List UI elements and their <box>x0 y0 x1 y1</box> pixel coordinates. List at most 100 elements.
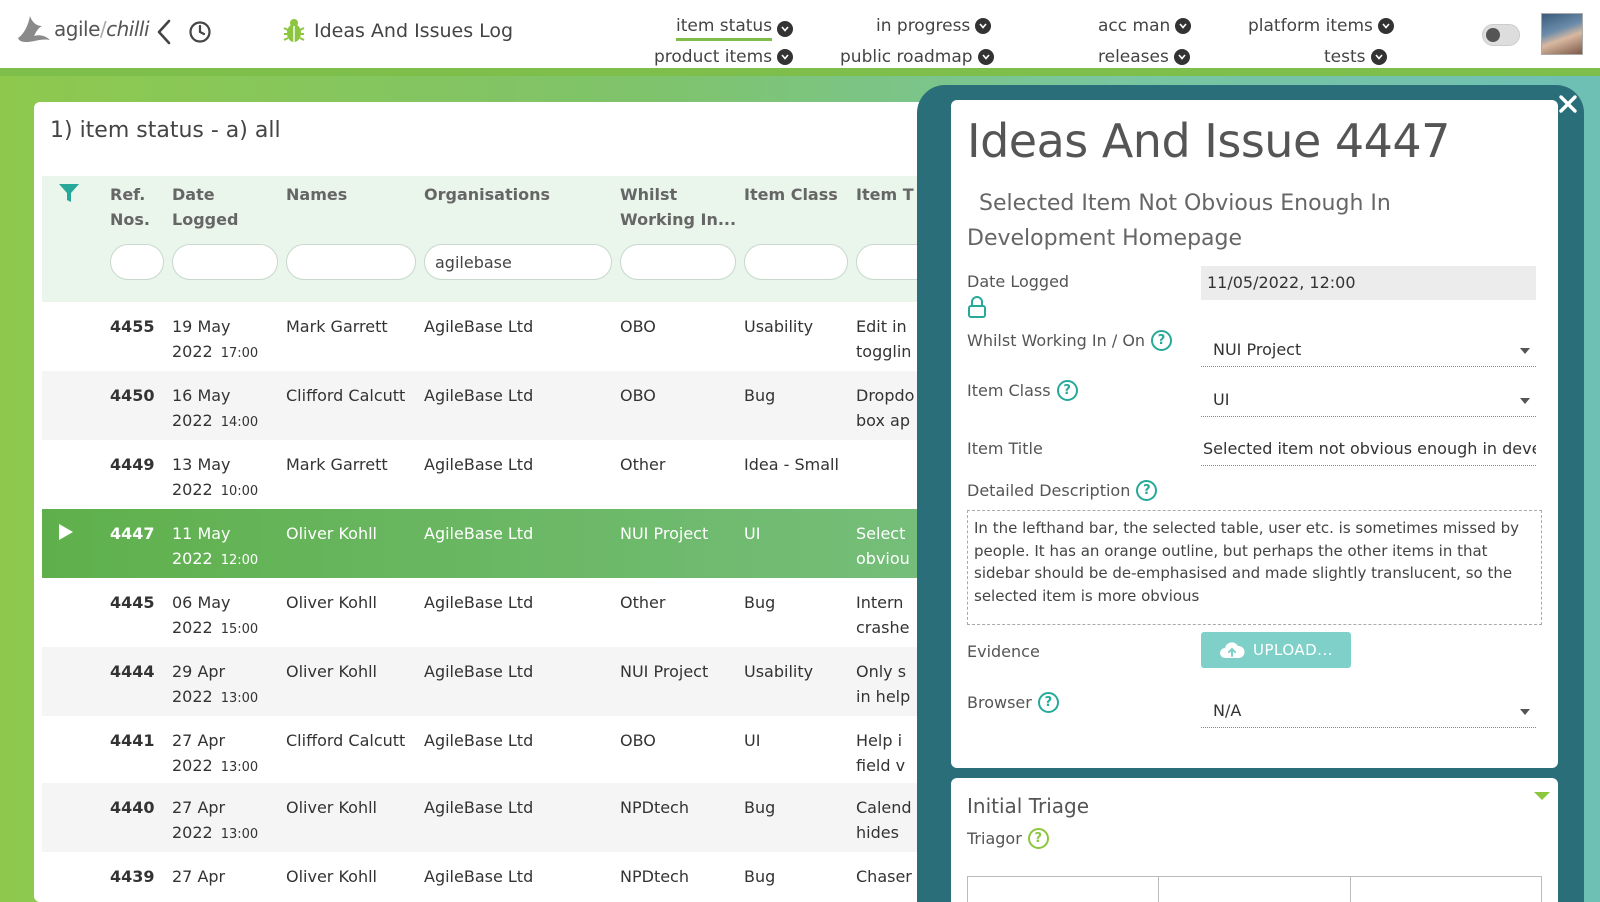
app-title[interactable]: Ideas And Issues Log <box>282 18 513 44</box>
title-line: field v <box>856 756 906 775</box>
triagor-option[interactable] <box>1159 877 1351 902</box>
help-icon[interactable]: ? <box>1037 692 1059 713</box>
chevron-down-icon <box>975 18 992 34</box>
agilechilli-logo[interactable]: agile/chilli <box>16 12 150 46</box>
triagor-option[interactable] <box>968 877 1160 902</box>
upload-button[interactable]: UPLOAD... <box>1201 632 1351 668</box>
date-time: 13:00 <box>220 760 259 775</box>
help-icon[interactable]: ? <box>1056 380 1078 401</box>
col-header-line: Ref. <box>110 185 146 204</box>
col-header-whilst[interactable]: Whilst Working In... <box>620 182 736 232</box>
nav-releases[interactable]: releases <box>1098 47 1190 67</box>
filter-date-input[interactable] <box>172 244 278 280</box>
col-header-date[interactable]: Date Logged <box>172 182 238 232</box>
col-header-item-title[interactable]: Item T <box>856 182 914 207</box>
cell-date: 06 May 2022 15:00 <box>172 590 258 642</box>
help-icon[interactable]: ? <box>1136 480 1158 501</box>
cell-whilst: NPDtech <box>620 867 689 886</box>
date-time: 13:00 <box>220 691 259 706</box>
date-time: 15:00 <box>220 622 259 637</box>
filter-organisations-input[interactable] <box>424 244 612 280</box>
chevron-down-icon <box>1175 18 1192 34</box>
col-header-line: Item Class <box>744 185 838 204</box>
detailed-description-textarea[interactable]: In the lefthand bar, the selected table,… <box>967 510 1542 625</box>
lock-icon <box>968 296 986 318</box>
help-icon[interactable]: ? <box>1151 330 1173 351</box>
browser-label: Browser? <box>967 692 1059 713</box>
nav-item-status[interactable]: item status <box>676 16 794 41</box>
avatar[interactable] <box>1541 13 1583 55</box>
cell-title: Help i field v <box>856 728 905 778</box>
close-icon[interactable] <box>1556 92 1580 116</box>
whilst-working-select[interactable]: NUI Project <box>1201 333 1536 367</box>
help-icon[interactable]: ? <box>1027 828 1049 849</box>
item-title-input[interactable]: Selected item not obvious enough in deve… <box>1201 432 1536 466</box>
nav-label: acc man <box>1098 16 1171 36</box>
cell-whilst: NUI Project <box>620 524 709 543</box>
browser-select[interactable]: N/A <box>1201 694 1536 728</box>
col-header-item-class[interactable]: Item Class <box>744 182 838 207</box>
col-header-names[interactable]: Names <box>286 182 347 207</box>
filter-icon[interactable] <box>58 182 80 204</box>
filter-names-input[interactable] <box>286 244 416 280</box>
cell-whilst: OBO <box>620 386 656 405</box>
nav-public-roadmap[interactable]: public roadmap <box>840 47 994 67</box>
triagor-options[interactable] <box>967 876 1542 902</box>
filter-item-class-input[interactable] <box>744 244 848 280</box>
record-title: Ideas And Issue 4447 <box>967 114 1450 168</box>
logo-word-agile: agile <box>54 17 100 41</box>
title-line: Edit in <box>856 317 907 336</box>
cell-org: AgileBase Ltd <box>424 731 534 750</box>
title-line: obviou <box>856 549 910 568</box>
filter-whilst-input[interactable] <box>620 244 736 280</box>
collapse-triangle-icon[interactable] <box>1534 792 1550 800</box>
triagor-option[interactable] <box>1351 877 1541 902</box>
chevron-down-icon <box>777 20 794 37</box>
label-text: Whilst Working In / On <box>967 331 1146 350</box>
cell-class: Bug <box>744 867 776 886</box>
date-logged-label: Date Logged <box>967 272 1069 291</box>
nav-in-progress[interactable]: in progress <box>876 16 992 36</box>
title-line: Help i <box>856 731 903 750</box>
date-day: 11 May <box>172 524 231 543</box>
app-title-text: Ideas And Issues Log <box>314 20 514 42</box>
label-text: Browser <box>967 693 1032 712</box>
filter-ref-input[interactable] <box>110 244 164 280</box>
back-chevron-icon[interactable] <box>156 19 172 45</box>
cell-name: Oliver Kohll <box>286 593 377 612</box>
col-header-ref[interactable]: Ref. Nos. <box>110 182 150 232</box>
history-icon[interactable] <box>188 20 212 44</box>
cell-title: Chaser <box>856 867 912 886</box>
title-line: togglin <box>856 342 912 361</box>
mode-toggle[interactable] <box>1482 24 1520 46</box>
cell-name: Clifford Calcutt <box>286 386 406 405</box>
cell-name: Oliver Kohll <box>286 867 377 886</box>
nav-product-items[interactable]: product items <box>654 47 794 67</box>
nav-tests[interactable]: tests <box>1324 47 1387 67</box>
label-text: Detailed Description <box>967 481 1131 500</box>
date-year: 2022 <box>172 480 213 499</box>
chevron-down-icon <box>977 49 994 65</box>
nav-platform-items[interactable]: platform items <box>1248 16 1394 36</box>
nav-acc-man[interactable]: acc man <box>1098 16 1192 36</box>
title-line: Intern <box>856 593 904 612</box>
cell-ref: 4447 <box>110 524 155 543</box>
cell-class: Idea - Small <box>744 455 839 474</box>
col-header-line: Item T <box>856 185 914 204</box>
label-text: Item Class <box>967 381 1051 400</box>
title-line: Only s <box>856 662 907 681</box>
col-header-line: Date <box>172 185 215 204</box>
nav-label: public roadmap <box>840 47 973 67</box>
cell-whilst: Other <box>620 455 666 474</box>
item-class-select[interactable]: UI <box>1201 383 1536 417</box>
cell-org: AgileBase Ltd <box>424 662 534 681</box>
cell-ref: 4441 <box>110 731 155 750</box>
nav-label: releases <box>1098 47 1169 67</box>
cell-org: AgileBase Ltd <box>424 386 534 405</box>
cell-ref: 4455 <box>110 317 155 336</box>
title-line: hides <box>856 823 899 842</box>
col-header-organisations[interactable]: Organisations <box>424 182 550 207</box>
item-class-label: Item Class? <box>967 380 1078 401</box>
select-value: NUI Project <box>1213 340 1302 359</box>
label-text: Date Logged <box>967 272 1070 291</box>
